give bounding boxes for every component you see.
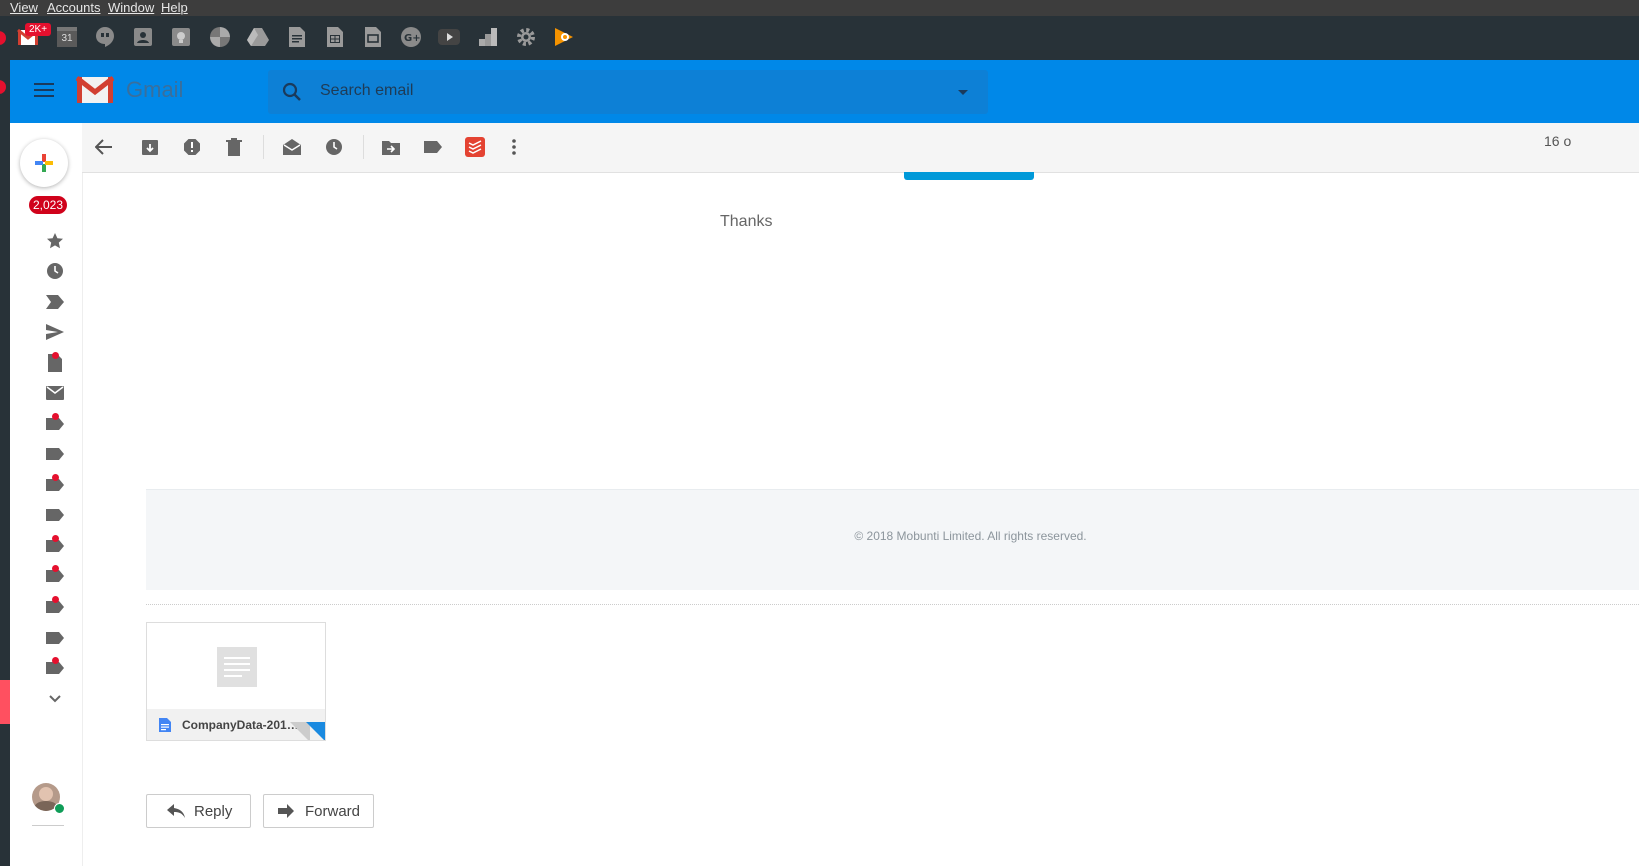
- gmail-logo-icon[interactable]: [75, 74, 115, 104]
- window-left-strip: [0, 60, 10, 866]
- label-icon[interactable]: [44, 443, 66, 465]
- toolbar-divider: [263, 135, 264, 159]
- google-plus-icon[interactable]: G+: [400, 26, 422, 48]
- photos-icon[interactable]: [209, 26, 231, 48]
- sent-icon[interactable]: [44, 321, 66, 343]
- keep-icon[interactable]: [170, 26, 192, 48]
- message-toolbar: 16 o: [82, 123, 1639, 173]
- drafts-unread-dot: [52, 352, 59, 359]
- footer-copyright: © 2018 Mobunti Limited. All rights reser…: [854, 529, 1087, 543]
- compose-button[interactable]: [20, 139, 68, 187]
- move-to-folder-icon[interactable]: [379, 135, 403, 159]
- youtube-icon[interactable]: [438, 26, 460, 48]
- play-music-icon[interactable]: [553, 26, 575, 48]
- todoist-icon[interactable]: [463, 135, 487, 159]
- sheets-icon[interactable]: [324, 26, 346, 48]
- nav-rail: 2,023: [10, 123, 83, 866]
- calendar-day: 31: [57, 27, 77, 47]
- label-unread-dot: [52, 413, 59, 420]
- back-arrow-icon[interactable]: [92, 135, 116, 159]
- search-options-chevron-icon[interactable]: [958, 90, 968, 95]
- online-status-dot: [54, 803, 65, 814]
- left-edge-badge: [0, 31, 6, 45]
- attachment-card[interactable]: CompanyData-201…: [146, 622, 326, 741]
- more-options-icon[interactable]: [502, 135, 526, 159]
- reply-arrow-icon: [167, 804, 185, 818]
- svg-text:G+: G+: [404, 33, 421, 44]
- starred-icon[interactable]: [44, 230, 66, 252]
- email-cta-button[interactable]: [904, 172, 1034, 180]
- document-preview-icon: [217, 647, 257, 687]
- snoozed-icon[interactable]: [44, 260, 66, 282]
- calendar-icon[interactable]: 31: [56, 26, 78, 48]
- hangouts-icon[interactable]: [94, 26, 116, 48]
- snooze-clock-icon[interactable]: [322, 135, 346, 159]
- analytics-icon[interactable]: [477, 26, 499, 48]
- important-icon[interactable]: [44, 291, 66, 313]
- menu-view[interactable]: View: [10, 0, 38, 15]
- docs-icon[interactable]: [286, 26, 308, 48]
- delete-trash-icon[interactable]: [222, 135, 246, 159]
- app-switcher-bar: 2K+ 31 G+: [0, 16, 1639, 60]
- slides-icon[interactable]: [362, 26, 384, 48]
- menu-bar: View Accounts Window Help: [0, 0, 1639, 16]
- search-bar[interactable]: Search email: [268, 70, 988, 114]
- forward-label: Forward: [305, 802, 361, 820]
- search-input[interactable]: Search email: [320, 82, 413, 100]
- search-icon[interactable]: [282, 82, 302, 102]
- reply-button[interactable]: Reply: [146, 794, 251, 828]
- label-unread-dot: [52, 596, 59, 603]
- contacts-icon[interactable]: [132, 26, 154, 48]
- label-unread-dot: [52, 565, 59, 572]
- gmail-unread-badge: 2K+: [25, 23, 52, 36]
- google-doc-file-icon: [159, 718, 171, 732]
- label-unread-dot: [52, 474, 59, 481]
- label-unread-dot: [52, 657, 59, 664]
- drive-icon[interactable]: [247, 26, 269, 48]
- google-drive-corner-icon[interactable]: [306, 722, 325, 740]
- archive-icon[interactable]: [138, 135, 162, 159]
- email-thanks-text: Thanks: [720, 213, 773, 230]
- compose-plus-icon: [35, 154, 53, 172]
- forward-arrow-icon: [278, 804, 294, 818]
- expand-more-chevron-down-icon[interactable]: [44, 688, 66, 710]
- left-strip-badge: [0, 80, 6, 94]
- hamburger-menu-icon[interactable]: [34, 81, 54, 101]
- left-strip-highlight: [0, 680, 10, 724]
- menu-help[interactable]: Help: [161, 0, 188, 15]
- menu-window[interactable]: Window: [108, 0, 154, 15]
- toolbar-divider: [363, 135, 364, 159]
- email-footer: © 2018 Mobunti Limited. All rights reser…: [146, 489, 1639, 590]
- attachment-filename: CompanyData-201…: [182, 718, 299, 732]
- mark-as-unread-icon[interactable]: [280, 135, 304, 159]
- label-icon[interactable]: [44, 627, 66, 649]
- labels-icon[interactable]: [421, 135, 445, 159]
- report-spam-icon[interactable]: [180, 135, 204, 159]
- page-indicator: 16 o: [1544, 133, 1572, 149]
- label-unread-dot: [52, 535, 59, 542]
- inbox-count-badge: 2,023: [29, 196, 68, 214]
- divider: [32, 825, 64, 826]
- attachment-divider: [146, 604, 1639, 605]
- forward-button[interactable]: Forward: [263, 794, 374, 828]
- reply-label: Reply: [194, 802, 233, 820]
- all-mail-icon[interactable]: [44, 382, 66, 404]
- gmail-app-name: Gmail: [126, 77, 184, 102]
- label-icon[interactable]: [44, 504, 66, 526]
- menu-accounts[interactable]: Accounts: [47, 0, 100, 15]
- settings-icon[interactable]: [515, 26, 537, 48]
